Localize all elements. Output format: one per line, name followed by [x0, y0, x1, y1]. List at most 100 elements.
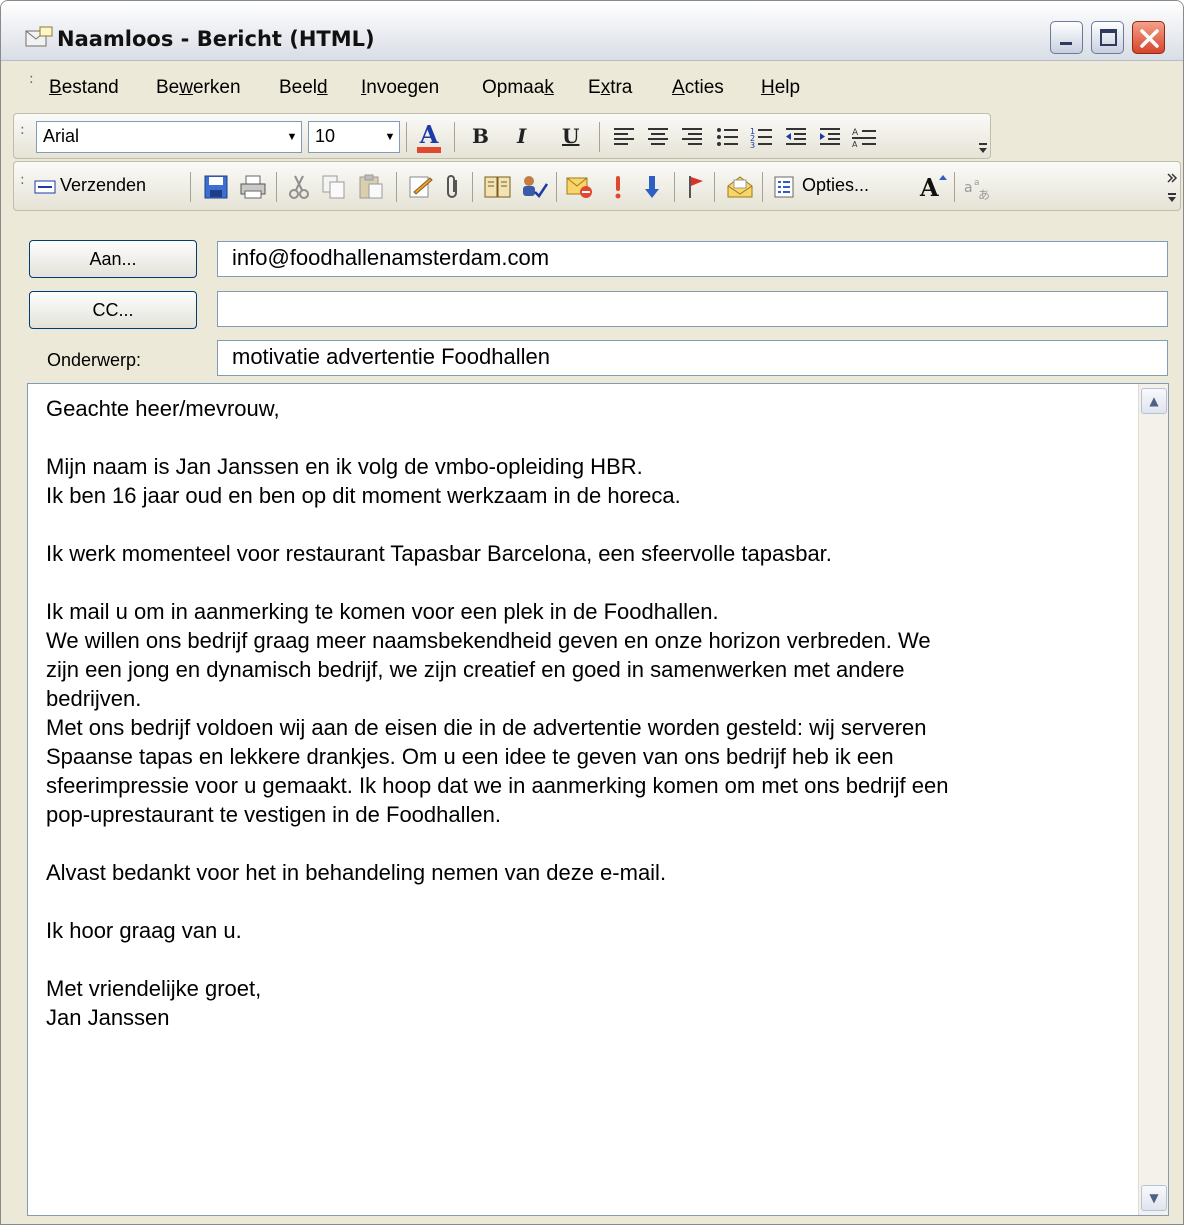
italic-icon[interactable]: I	[517, 124, 526, 148]
window-title: Naamloos - Bericht (HTML)	[57, 27, 375, 51]
copy-icon[interactable]	[322, 174, 346, 200]
print-icon[interactable]	[240, 175, 266, 199]
formatting-toolbar: : Arial ▼ 10 ▼ A B I U 123 AA	[13, 113, 991, 159]
message-icon	[25, 26, 53, 47]
save-icon[interactable]	[204, 175, 228, 199]
menu-bar: : Bestand Bewerken Beeld Invoegen Opmaak…	[1, 65, 1183, 109]
send-label: Verzenden	[60, 175, 147, 195]
numbering-icon[interactable]: 123	[750, 126, 774, 148]
cut-icon[interactable]	[288, 174, 310, 200]
toolbar-separator	[454, 122, 455, 152]
svg-text:3: 3	[750, 141, 755, 148]
minimize-icon	[1060, 42, 1072, 45]
toolbar-separator	[190, 172, 191, 202]
toolbar-grip-icon[interactable]: :	[20, 123, 25, 137]
bold-icon[interactable]: B	[472, 124, 489, 148]
decrease-indent-icon[interactable]	[784, 126, 808, 148]
importance-high-icon[interactable]	[612, 174, 624, 200]
permission-icon[interactable]	[566, 174, 594, 200]
toolbar-separator	[714, 172, 715, 202]
minimize-button[interactable]	[1050, 21, 1083, 54]
standard-toolbar: : Verzenden Opties... A aaあ	[13, 161, 1181, 211]
to-field-value: info@foodhallenamsterdam.com	[232, 245, 550, 270]
align-left-icon[interactable]	[612, 126, 636, 148]
cc-button[interactable]: CC...	[29, 291, 197, 329]
to-button-label: Aan...	[89, 249, 137, 269]
cc-field[interactable]	[217, 291, 1168, 327]
maximize-button[interactable]	[1091, 21, 1124, 54]
toolbar-grip-icon[interactable]: :	[20, 173, 25, 187]
svg-text:A: A	[852, 128, 859, 138]
menu-extra[interactable]: Extra	[588, 77, 632, 99]
svg-text:A: A	[919, 173, 939, 202]
font-size-select[interactable]: 10 ▼	[308, 121, 400, 153]
menu-beeld[interactable]: Beeld	[279, 77, 328, 99]
toolbar-separator	[762, 172, 763, 202]
vertical-scrollbar[interactable]: ▲ ▼	[1138, 384, 1168, 1215]
options-label: Opties...	[802, 175, 870, 195]
title-bar[interactable]: Naamloos - Bericht (HTML)	[1, 1, 1183, 61]
message-body[interactable]: Geachte heer/mevrouw, Mijn naam is Jan J…	[27, 383, 1169, 1216]
toolbar-separator	[472, 172, 473, 202]
message-body-text[interactable]: Geachte heer/mevrouw, Mijn naam is Jan J…	[46, 394, 1136, 1032]
font-color-button[interactable]: A	[414, 117, 444, 155]
svg-text:A: A	[419, 120, 439, 149]
cc-button-label: CC...	[92, 300, 134, 320]
toolbar-separator	[406, 122, 407, 152]
toolbar-separator	[556, 172, 557, 202]
menu-acties[interactable]: Acties	[672, 77, 724, 99]
svg-text:a: a	[974, 178, 980, 188]
send-icon	[34, 180, 56, 194]
envelope-open-icon[interactable]	[726, 174, 754, 200]
scroll-up-icon[interactable]: ▲	[1141, 388, 1167, 414]
menu-grip-icon[interactable]: :	[29, 72, 34, 86]
toolbar-options-icon[interactable]	[978, 134, 988, 154]
subject-label: Onderwerp:	[47, 350, 142, 370]
toolbar-separator	[396, 172, 397, 202]
paste-icon[interactable]	[358, 174, 384, 200]
svg-text:あ: あ	[978, 188, 990, 201]
svg-text:A: A	[852, 140, 858, 148]
font-size-icon[interactable]: A	[918, 172, 948, 202]
message-window: Naamloos - Bericht (HTML) : Bestand Bewe…	[0, 0, 1184, 1225]
menu-invoegen[interactable]: Invoegen	[361, 77, 439, 99]
toolbar-separator	[599, 122, 600, 152]
to-button[interactable]: Aan...	[29, 240, 197, 278]
font-name-select[interactable]: Arial ▼	[36, 121, 302, 153]
toolbar-separator	[674, 172, 675, 202]
toolbar-separator	[954, 172, 955, 202]
address-book-icon[interactable]	[484, 175, 512, 199]
attach-icon[interactable]	[444, 174, 462, 200]
toolbar-options-icon[interactable]	[1166, 170, 1178, 204]
chevron-down-icon[interactable]: ▼	[381, 122, 399, 152]
menu-help[interactable]: Help	[761, 77, 800, 99]
flag-icon[interactable]	[686, 174, 706, 200]
subject-field[interactable]: motivatie advertentie Foodhallen	[217, 340, 1168, 376]
toolbar-separator	[276, 172, 277, 202]
importance-low-icon[interactable]	[644, 174, 660, 200]
increase-indent-icon[interactable]	[818, 126, 842, 148]
chevron-down-icon[interactable]: ▼	[283, 122, 301, 152]
check-names-icon[interactable]	[520, 174, 548, 200]
signature-icon[interactable]	[408, 174, 434, 200]
align-right-icon[interactable]	[680, 126, 704, 148]
font-color-icon: A	[417, 120, 441, 153]
menu-bestand[interactable]: Bestand	[49, 77, 119, 99]
horizontal-line-icon[interactable]: AA	[852, 126, 878, 148]
svg-text:a: a	[964, 180, 973, 196]
close-button[interactable]	[1132, 21, 1165, 54]
close-icon	[1140, 29, 1159, 48]
menu-opmaak[interactable]: Opmaak	[482, 77, 554, 99]
to-field[interactable]: info@foodhallenamsterdam.com	[217, 241, 1168, 277]
bullets-icon[interactable]	[716, 126, 740, 148]
underline-icon[interactable]: U	[562, 124, 579, 148]
align-center-icon[interactable]	[646, 126, 670, 148]
menu-bewerken[interactable]: Bewerken	[156, 77, 241, 99]
scroll-down-icon[interactable]: ▼	[1141, 1185, 1167, 1211]
phonetic-icon[interactable]: a aあ	[964, 173, 994, 201]
options-icon	[774, 176, 794, 198]
font-size-value: 10	[315, 126, 336, 146]
font-name-value: Arial	[43, 126, 80, 146]
subject-field-value: motivatie advertentie Foodhallen	[232, 344, 550, 369]
maximize-icon	[1100, 29, 1117, 46]
